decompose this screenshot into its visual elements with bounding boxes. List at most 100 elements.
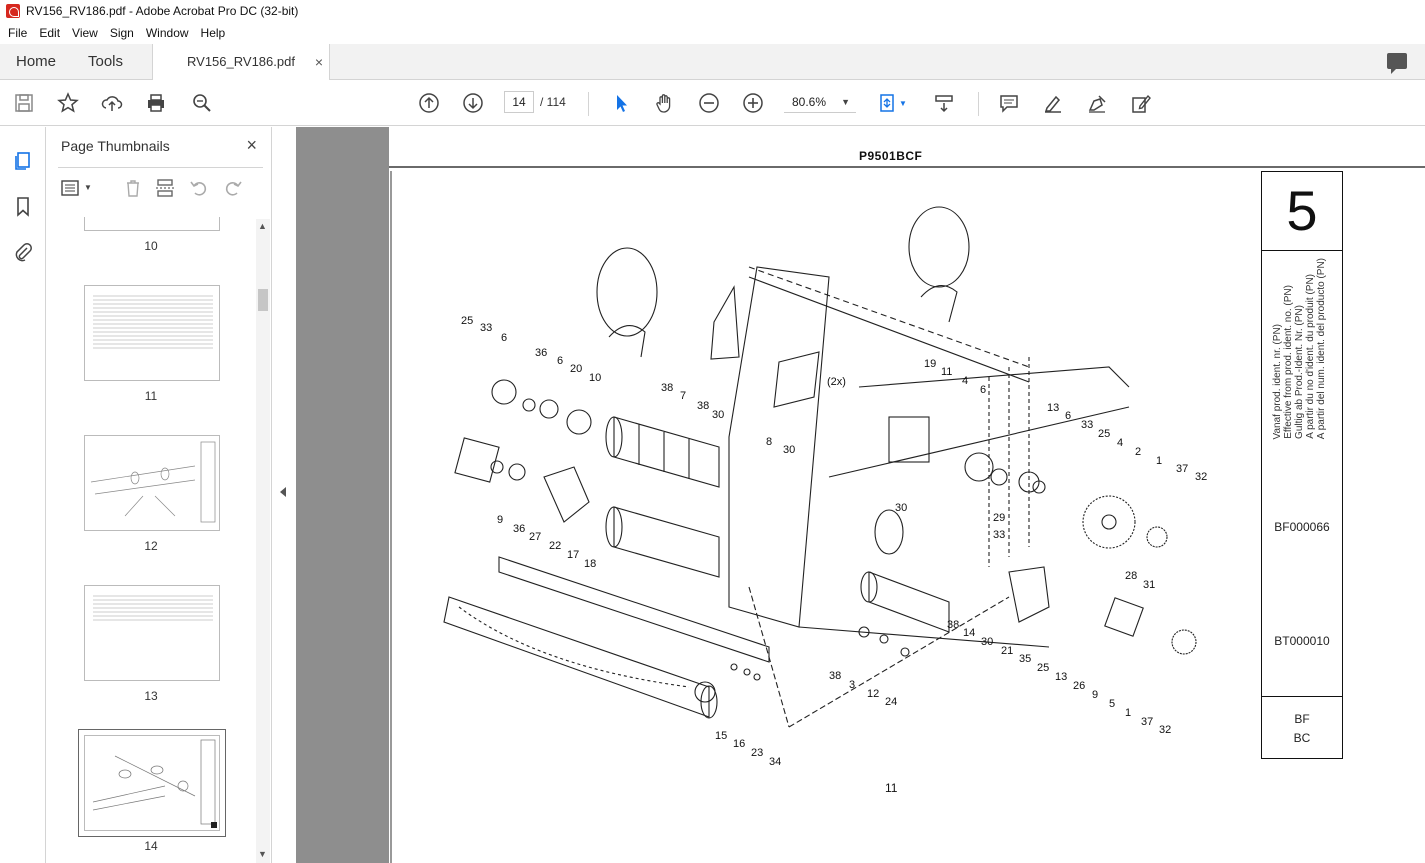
callout-label: 19 [924,358,936,370]
callout-label: 13 [1055,671,1067,683]
pdf-page: P9501BCF 25 33 6 36 6 20 10 38 7 38 30 8… [389,127,1425,863]
select-cursor-icon[interactable] [607,89,635,117]
callout-label: 30 [783,444,795,456]
collapse-panel-arrow-icon[interactable] [280,487,286,497]
callout-label: 15 [715,730,727,742]
thumbnail-page-selected[interactable] [78,729,226,837]
tab-document[interactable]: RV156_RV186.pdf × [152,44,330,81]
menu-window[interactable]: Window [140,26,195,40]
tab-tools[interactable]: Tools [88,44,123,80]
effective-line: A partir del num. ident. del producto (P… [1316,258,1327,440]
callout-label: 12 [867,688,879,700]
rotate-counterclockwise-icon[interactable] [188,177,210,199]
highlight-pen-icon[interactable] [1039,89,1067,117]
zoom-out-icon[interactable] [695,89,723,117]
next-page-icon[interactable] [459,89,487,117]
menu-view[interactable]: View [66,26,104,40]
zoom-in-icon[interactable] [739,89,767,117]
print-icon[interactable] [142,89,170,117]
close-panel-icon[interactable]: × [246,135,257,156]
toolbar-divider [978,92,979,116]
fill-sign-icon[interactable] [1127,89,1155,117]
callout-label: 37 [1141,716,1153,728]
menu-bar: File Edit View Sign Window Help [0,22,1425,44]
tab-bar: Home Tools RV156_RV186.pdf × [0,44,1425,81]
callout-label: 30 [712,409,724,421]
callout-label: 11 [941,366,952,378]
effective-line: Effective from prod. ident. no. (PN) [1283,285,1294,440]
thumbnail-page[interactable] [84,217,220,231]
extract-page-icon[interactable] [154,177,176,199]
callout-label: 14 [963,627,975,639]
callout-label: 3 [849,679,855,691]
thumbnail-options-icon[interactable] [60,177,82,199]
comment-bubble-icon[interactable] [1387,53,1407,74]
scroll-mode-icon[interactable] [930,89,958,117]
upload-cloud-icon[interactable] [98,89,126,117]
variant-label-2: BC [1293,731,1311,745]
thumbnail-preview [93,595,213,621]
page-total: / 114 [540,95,566,109]
scrollbar-thumb[interactable] [258,289,268,311]
scroll-down-icon[interactable]: ▼ [258,849,267,859]
thumbnail-page[interactable] [84,285,220,381]
bookmark-star-icon[interactable] [54,89,82,117]
callout-label: 32 [1195,471,1207,483]
scroll-up-icon[interactable]: ▲ [258,221,267,231]
panel-collapse-strip[interactable] [272,127,296,863]
effective-line: A partir du no d'ident. du produit (PN) [1305,274,1316,440]
callout-label: 25 [1098,428,1110,440]
tab-home[interactable]: Home [16,44,56,80]
zoom-search-icon[interactable] [188,89,216,117]
section-number: 5 [1286,179,1318,242]
delete-page-icon[interactable] [122,177,144,199]
thumbnail-preview [90,441,216,523]
menu-help[interactable]: Help [195,26,232,40]
close-tab-icon[interactable]: × [315,44,323,80]
callout-label: 33 [993,529,1005,541]
rotate-clockwise-icon[interactable] [222,177,244,199]
callout-label: 31 [1143,579,1155,591]
hand-tool-icon[interactable] [651,89,679,117]
panel-divider [58,167,263,168]
menu-edit[interactable]: Edit [33,26,66,40]
page-thumbnails-panel: Page Thumbnails × ▼ 10 11 12 13 14 ▲ ▼ [46,127,272,863]
thumbnail-label: 14 [144,839,158,853]
zoom-level-select[interactable]: 80.6% ▼ [784,91,856,113]
menu-file[interactable]: File [2,26,33,40]
thumbnail-page[interactable] [84,585,220,681]
thumbnail-page[interactable] [84,435,220,531]
attachments-paperclip-icon[interactable] [12,241,34,263]
page-number-input[interactable]: 14 [504,91,534,113]
bookmarks-icon[interactable] [12,195,34,217]
thumbnail-list: 10 11 12 13 14 [46,217,256,863]
callout-label: 17 [567,549,579,561]
page-thumbnails-icon[interactable] [12,149,34,171]
callout-label: 38 [829,670,841,682]
callout-label: 5 [1109,698,1115,710]
document-page-number: 11 [885,781,898,795]
comment-icon[interactable] [995,89,1023,117]
callout-label: 35 [1019,653,1031,665]
callout-label: 18 [584,558,596,570]
main-toolbar: 14 / 114 80.6% ▼ ▼ [0,80,1425,126]
sign-pen-icon[interactable] [1083,89,1111,117]
document-viewer[interactable]: P9501BCF 25 33 6 36 6 20 10 38 7 38 30 8… [296,127,1425,863]
options-chevron-icon[interactable]: ▼ [84,177,106,199]
effective-line: Vanaf prod. ident. nr. (PN) [1272,323,1283,440]
previous-page-icon[interactable] [415,89,443,117]
callout-label: 38 [661,382,673,394]
thumbnail-scrollbar[interactable]: ▲ ▼ [256,219,270,863]
serial-code-1: BF000066 [1274,520,1330,534]
save-icon[interactable] [10,89,38,117]
menu-sign[interactable]: Sign [104,26,140,40]
callout-label: 37 [1176,463,1188,475]
callout-label: 1 [1156,455,1162,467]
callout-label: 26 [1073,680,1085,692]
tab-document-label: RV156_RV186.pdf [187,54,295,69]
callout-label: 9 [497,514,503,526]
thumbnail-label: 10 [144,239,158,253]
callout-label: 30 [895,502,907,514]
fit-dropdown-chevron-icon[interactable]: ▼ [896,89,910,117]
callout-label: 36 [535,347,547,359]
